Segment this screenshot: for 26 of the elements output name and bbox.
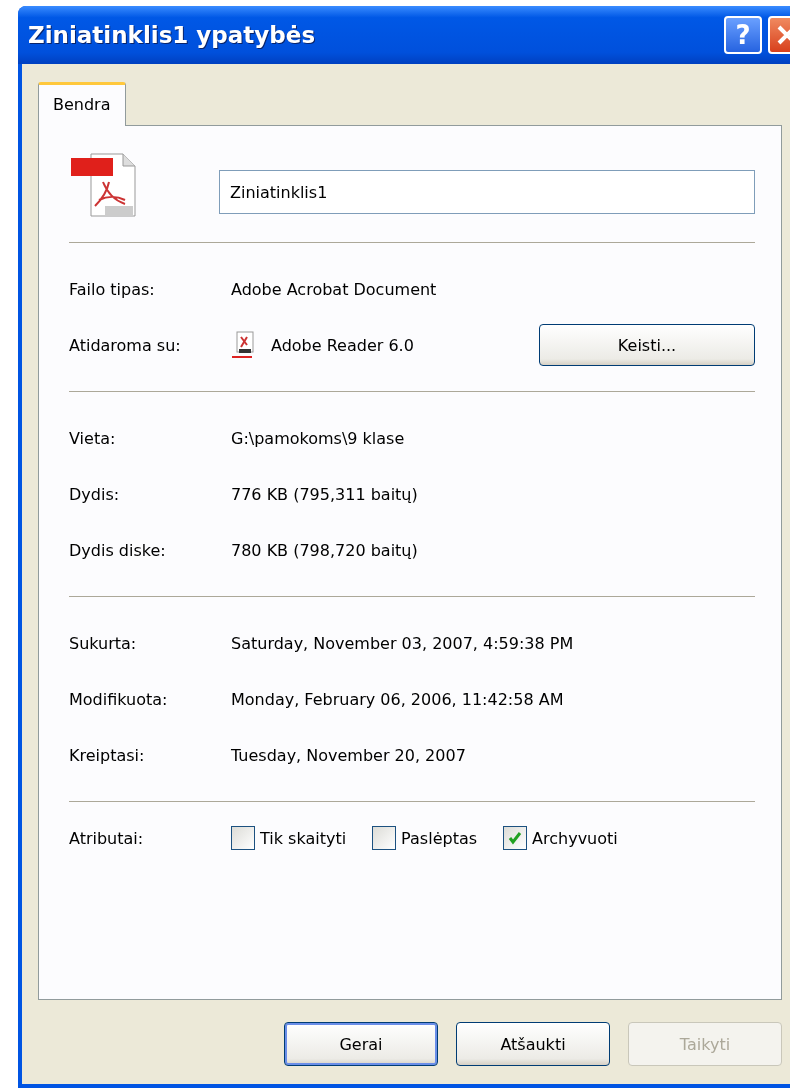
file-name-field[interactable]: Ziniatinklis1 [219,170,755,214]
property-value: G:\pamokoms\9 klase [231,428,405,448]
checkbox-label: Paslėptas [401,828,478,848]
property-value: Tuesday, November 20, 2007 [231,745,466,765]
property-label: Failo tipas: [69,279,156,299]
property-label: Dydis diske: [69,540,167,560]
property-value: Adobe Acrobat Document [231,279,437,299]
checkbox-label: Tik skaityti [260,828,347,848]
property-label: Dydis: [69,484,121,504]
tab[interactable]: Bendra [38,82,126,126]
dialog-button[interactable]: Atšaukti [456,1022,610,1066]
window-title: Ziniatinklis1 ypatybės [28,22,317,48]
change-button[interactable]: Keisti... [539,324,755,366]
property-value: Saturday, November 03, 2007, 4:59:38 PM [231,633,574,653]
property-value: 780 KB (798,720 baitų) [231,540,418,560]
property-label: Kreiptasi: [69,745,146,765]
property-label: Sukurta: [69,633,138,653]
checkbox-label: Archyvuoti [532,828,618,848]
property-label: Vieta: [69,428,117,448]
property-value: 776 KB (795,311 baitų) [231,484,418,504]
property-label: Atributai: [69,828,145,848]
dialog-button[interactable]: Gerai [284,1022,438,1066]
property-label: Modifikuota: [69,689,169,709]
property-label: Atidaroma su: [69,335,182,355]
property-value: Monday, February 06, 2006, 11:42:58 AM [231,689,564,709]
property-value: Adobe Reader 6.0 [271,335,414,355]
